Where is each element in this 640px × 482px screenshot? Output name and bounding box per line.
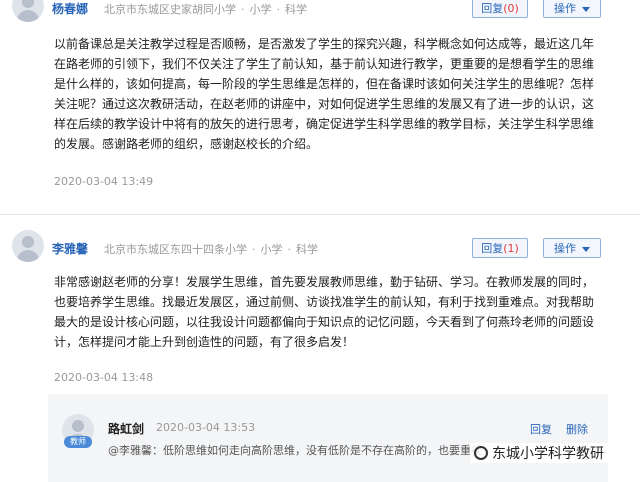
avatar[interactable] [12,0,44,22]
content-line: 在路老师的引领下，我们不仅关注了学生了前认知，基于前认知进行教学，更重要的是想看… [54,57,595,71]
comment-content: 以前备课总是关注教学过程是否顺畅，是否激发了学生的探究兴趣，科学概念如何达成等，… [54,34,594,154]
subject: 科学 [285,3,307,16]
delete-link[interactable]: 删除 [566,421,588,437]
wechat-logo-icon [474,446,488,460]
school-name: 北京市东城区史家胡同小学 [104,3,236,16]
user-meta: 北京市东城区东四十四条小学 · 小学 · 科学 [104,243,318,256]
timestamp: 2020-03-04 13:48 [54,371,154,384]
content-line: 样在后续的教学设计中将有的放矢的进行思考，确定促进学生科学思维的教学目标，关注学… [54,117,595,131]
watermark-text: 东城小学科学教研 [492,446,604,462]
grade: 小学 [249,3,272,16]
username[interactable]: 杨春娜 [52,0,88,17]
watermark: 东城小学科学教研 [470,443,608,463]
content-line: 的发展。感谢路老师的组织，感谢赵校长的介绍。 [54,137,319,151]
reply-label: 回复 [481,2,504,15]
reply-count: (0) [503,2,519,15]
school-name: 北京市东城区东四十四条小学 [104,243,247,256]
grade: 小学 [260,243,283,256]
content-line: 也要培养学生思维。找最近发展区，通过前侧、访谈找准学生的前认知，有利于找到重难点… [54,295,595,309]
reply-link[interactable]: 回复 [530,421,552,437]
reply-button[interactable]: 回复(0) [472,0,528,18]
action-label: 操作 [554,2,576,15]
content-line: 关注呢？通过这次教研活动，在赵老师的讲座中，对如何促进学生思维的发展又有了进一步… [54,97,595,111]
comment-content: 非常感谢赵老师的分享！发展学生思维，首先要发展教师思维，勤于钻研、学习。在教师发… [54,272,594,352]
reply-username[interactable]: 路虹剑 [108,420,144,437]
reply-button[interactable]: 回复(1) [472,238,528,258]
user-meta: 北京市东城区史家胡同小学 · 小学 · 科学 [104,3,307,16]
content-line: 非常感谢赵老师的分享！发展学生思维，首先要发展教师思维，勤于钻研、学习。在教师发… [54,275,595,289]
subject: 科学 [296,243,318,256]
chevron-down-icon [582,246,590,252]
teacher-badge: 教师 [64,436,92,448]
content-line: 以前备课总是关注教学过程是否顺畅，是否激发了学生的探究兴趣，科学概念如何达成等，… [54,37,595,51]
content-line: 计，怎样提问才能上升到创造性的问题，有了很多启发！ [54,335,355,349]
reply-count: (1) [503,242,519,255]
content-line: 最大的是设计核心问题，以往我设计问题都偏向于知识点的记忆问题，今天看到了何燕玲老… [54,315,595,329]
chevron-down-icon [582,6,590,12]
reply-box: 教师 路虹剑 2020-03-04 13:53 回复 删除 @李雅馨：低阶思维如… [48,394,608,482]
content-line: 是什么样的，该如何提高，每一阶段的学生思维是怎样的，但在备课时该如何关注学生的思… [54,77,595,91]
reply-label: 回复 [481,242,504,255]
timestamp: 2020-03-04 13:49 [54,175,154,188]
avatar[interactable] [12,230,44,262]
divider [0,214,640,215]
reply-timestamp: 2020-03-04 13:53 [156,421,256,434]
username[interactable]: 李雅馨 [52,240,88,257]
reply-text: @李雅馨：低阶思维如何走向高阶思维，没有低阶是不存在高阶的，也要重视 [108,444,482,457]
action-button[interactable]: 操作 [543,0,601,18]
action-button[interactable]: 操作 [543,238,601,258]
action-label: 操作 [554,242,576,255]
